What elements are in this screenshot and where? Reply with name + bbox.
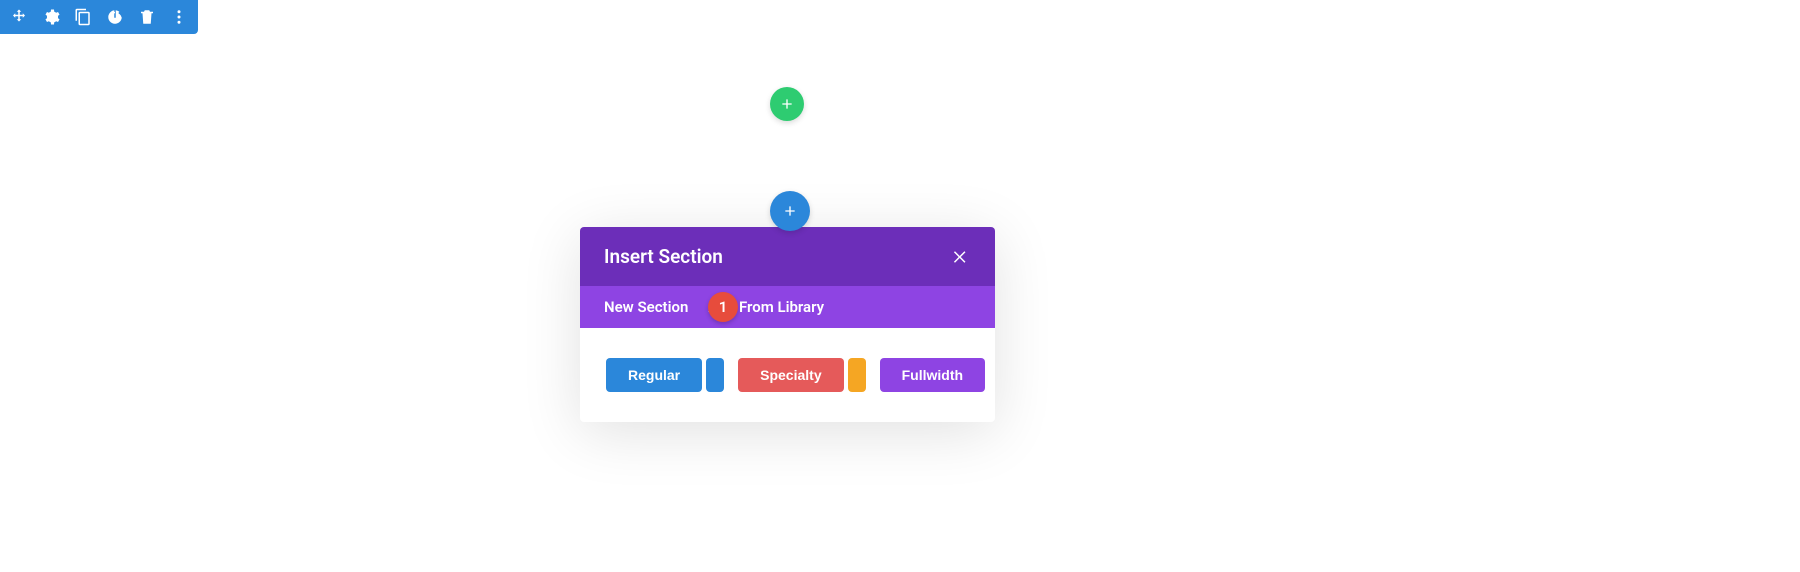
specialty-button[interactable]: Specialty [738,358,843,392]
regular-button[interactable]: Regular [606,358,702,392]
regular-chip[interactable] [706,358,724,392]
step-badge: 1 [708,292,738,322]
modal-header: Insert Section [580,227,995,286]
close-button[interactable] [949,246,971,268]
fullwidth-group: Fullwidth [880,358,985,392]
gear-icon[interactable] [42,8,60,26]
add-section-button[interactable] [770,191,810,231]
close-icon [951,248,969,266]
insert-section-modal: Insert Section New Section Add From Libr… [580,227,995,422]
add-row-button[interactable] [770,87,804,121]
section-toolbar [0,0,198,34]
tab-new-section[interactable]: New Section [604,286,688,328]
duplicate-icon[interactable] [74,8,92,26]
plus-icon [779,96,795,112]
fullwidth-button[interactable]: Fullwidth [880,358,985,392]
more-icon[interactable] [170,8,188,26]
modal-title: Insert Section [604,245,723,268]
regular-group: Regular [606,358,724,392]
specialty-chip[interactable] [848,358,866,392]
move-icon[interactable] [10,8,28,26]
modal-body: Regular Specialty Fullwidth [580,328,995,422]
trash-icon[interactable] [138,8,156,26]
plus-icon [782,203,798,219]
specialty-group: Specialty [738,358,865,392]
modal-tabs: New Section Add From Library 1 [580,286,995,328]
power-icon[interactable] [106,8,124,26]
